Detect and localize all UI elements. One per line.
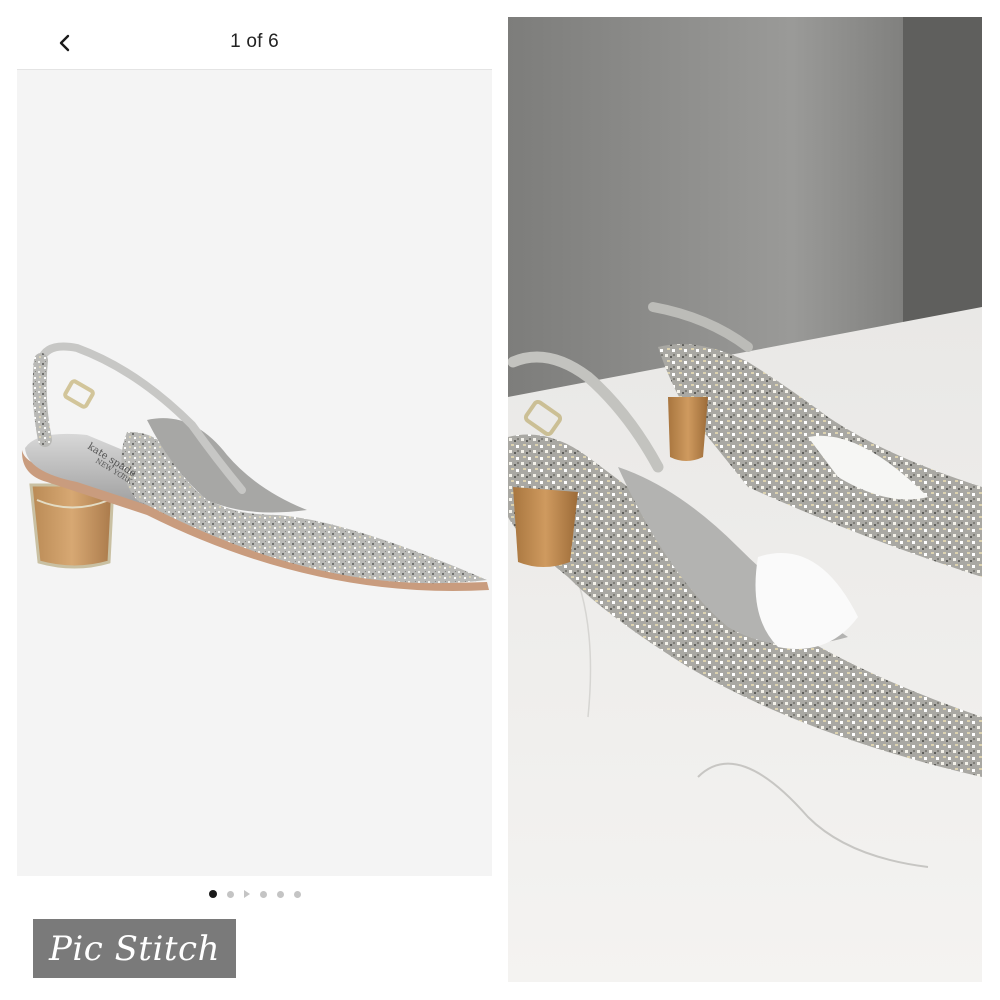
viewer-top-bar: 1 of 6 xyxy=(17,17,492,70)
image-counter: 1 of 6 xyxy=(17,31,492,53)
shoe-product-image: kate spade NEW YORK xyxy=(21,342,490,592)
buckle xyxy=(63,379,95,409)
carousel-dot-5[interactable] xyxy=(276,890,284,898)
shoes-on-marble-photo xyxy=(508,17,982,982)
carousel-dot-6[interactable] xyxy=(293,890,301,898)
real-photo xyxy=(508,17,982,982)
carousel-video-indicator-icon[interactable] xyxy=(243,890,250,898)
carousel-dot-1[interactable] xyxy=(208,890,217,898)
product-viewer-screenshot: 1 of 6 kate spade NEW YORK xyxy=(17,17,492,982)
pic-stitch-watermark: Pic Stitch xyxy=(33,919,236,978)
carousel-indicators xyxy=(17,888,492,900)
product-photo[interactable]: kate spade NEW YORK xyxy=(17,70,492,876)
carousel-dot-2[interactable] xyxy=(226,890,234,898)
carousel-dot-4[interactable] xyxy=(259,890,267,898)
front-shoe-heel xyxy=(513,487,578,567)
image-counter-text: 1 of 6 xyxy=(230,31,279,52)
